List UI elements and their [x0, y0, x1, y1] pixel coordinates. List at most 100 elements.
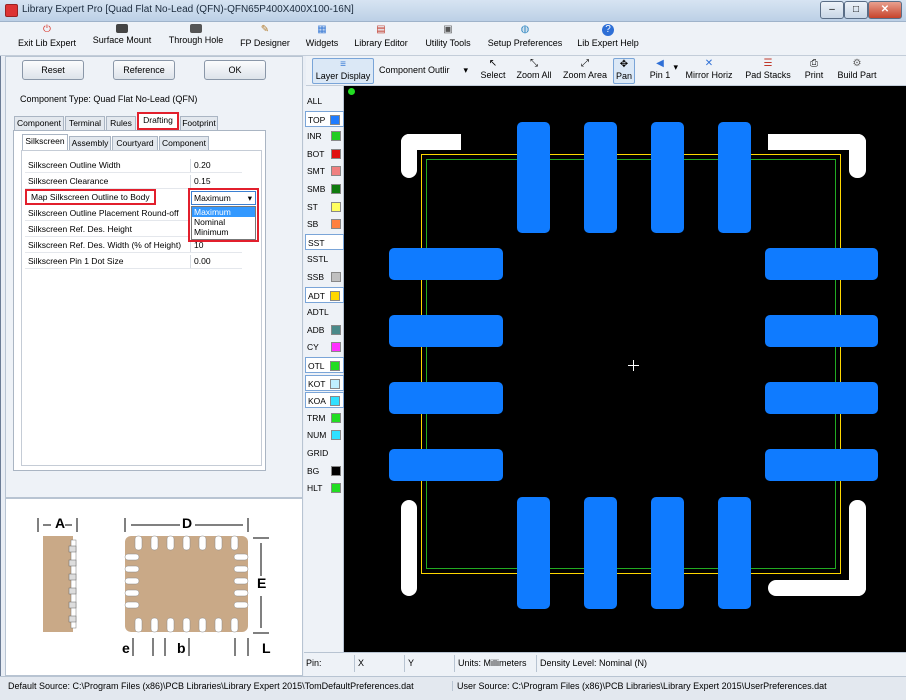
layer-adtl[interactable]: ADTL [305, 304, 344, 320]
pad[interactable] [517, 497, 550, 609]
layer-bot[interactable]: BOT [305, 146, 344, 162]
layer-color-swatch [331, 465, 341, 476]
layer-top[interactable]: TOP [305, 110, 344, 127]
surface-mount-button[interactable]: Surface Mount [88, 24, 156, 54]
tab-terminal[interactable]: Terminal [65, 116, 105, 130]
zoom-all-button[interactable]: ⤡ Zoom All [512, 58, 556, 84]
option-minimum[interactable]: Minimum [192, 227, 255, 237]
layer-color-swatch [331, 219, 341, 230]
globe-icon: ◍ [520, 24, 530, 35]
pad-stacks-button[interactable]: ☰ Pad Stacks [744, 58, 792, 84]
layer-kot[interactable]: KOT [305, 374, 344, 391]
reference-button[interactable]: Reference [113, 60, 175, 80]
select-button[interactable]: ↖ Select [478, 58, 508, 84]
layer-all[interactable]: ALL [305, 93, 344, 109]
pad[interactable] [584, 497, 617, 609]
ok-button[interactable]: OK [204, 60, 266, 80]
library-editor-button[interactable]: ▤ Library Editor [350, 24, 412, 54]
setup-preferences-button[interactable]: ◍ Setup Preferences [484, 24, 566, 54]
exit-lib-expert-button[interactable]: ⏻ Exit Lib Expert [14, 24, 80, 54]
pad[interactable] [389, 382, 503, 414]
fp-designer-button[interactable]: ✎ FP Designer [236, 24, 294, 54]
tab-rules[interactable]: Rules [106, 116, 136, 130]
pin1-dot-field[interactable]: 0.00 [190, 255, 242, 268]
reset-button[interactable]: Reset [22, 60, 84, 80]
courtyard-outline [426, 159, 836, 569]
layer-st[interactable]: ST [305, 199, 344, 215]
mirror-icon: ✕ [704, 58, 714, 69]
layer-color-swatch [331, 201, 341, 212]
pad[interactable] [718, 122, 751, 233]
map-outline-select[interactable]: Maximum ▾ [191, 191, 256, 205]
center-crosshair-icon [633, 360, 634, 371]
pad[interactable] [718, 497, 751, 609]
layer-bg[interactable]: BG [305, 463, 344, 479]
pad[interactable] [389, 248, 503, 280]
layer-sst[interactable]: SST [305, 233, 344, 250]
through-hole-button[interactable]: Through Hole [164, 24, 228, 54]
outline-width-field[interactable]: 0.20 [190, 159, 242, 172]
zoom-area-button[interactable]: ⤢ Zoom Area [560, 58, 610, 84]
layer-num[interactable]: NUM [305, 427, 344, 443]
window-title: Library Expert Pro [Quad Flat No-Lead (Q… [22, 4, 354, 15]
widgets-button[interactable]: ▦ Widgets [300, 24, 344, 54]
clearance-field[interactable]: 0.15 [190, 175, 242, 188]
status-units: Units: Millimeters [454, 655, 534, 672]
layer-color-swatch [331, 184, 341, 194]
component-outline-dropdown[interactable]: Component Outlir ▾ [376, 62, 472, 78]
subtab-assembly[interactable]: Assembly [69, 136, 111, 150]
layer-sb[interactable]: SB [305, 216, 344, 232]
pad[interactable] [765, 449, 878, 481]
tab-component[interactable]: Component [14, 116, 64, 130]
option-maximum[interactable]: Maximum [192, 207, 255, 217]
map-outline-label: Map Silkscreen Outline to Body [25, 189, 156, 205]
pad[interactable] [651, 497, 684, 609]
layer-cy[interactable]: CY [305, 339, 344, 355]
tab-drafting[interactable]: Drafting [137, 112, 179, 130]
user-source: User Source: C:\Program Files (x86)\PCB … [452, 681, 827, 691]
layer-inr[interactable]: INR [305, 128, 344, 144]
books-icon: ▤ [376, 24, 386, 35]
layer-trm[interactable]: TRM [305, 410, 344, 426]
minimize-button[interactable]: – [820, 1, 844, 19]
layer-adt[interactable]: ADT [305, 286, 344, 303]
pad[interactable] [765, 248, 878, 280]
layer-otl[interactable]: OTL [305, 357, 344, 373]
pad[interactable] [584, 122, 617, 233]
subtab-component[interactable]: Component [159, 136, 209, 150]
layer-sstl[interactable]: SSTL [305, 251, 344, 267]
default-source: Default Source: C:\Program Files (x86)\P… [8, 681, 414, 691]
origin-marker [348, 88, 355, 95]
layer-ssb[interactable]: SSB [305, 269, 344, 285]
print-button[interactable]: ⎙ Print [800, 58, 828, 84]
layer-display-button[interactable]: ≡ Layer Display [312, 58, 374, 84]
layer-adb[interactable]: ADB [305, 322, 344, 338]
utility-tools-button[interactable]: ▣ Utility Tools [420, 24, 476, 54]
pad[interactable] [517, 122, 550, 233]
layer-grid[interactable]: GRID [305, 445, 344, 461]
subtab-silkscreen[interactable]: Silkscreen [22, 134, 68, 150]
pad[interactable] [765, 315, 878, 347]
layer-hlt[interactable]: HLT [305, 480, 344, 496]
layer-smb[interactable]: SMB [305, 181, 344, 197]
build-icon: ⚙ [852, 58, 862, 69]
layer-koa[interactable]: KOA [305, 392, 344, 409]
tab-footprint[interactable]: Footprint [180, 116, 218, 130]
option-nominal[interactable]: Nominal [192, 217, 255, 227]
layer-color-swatch [331, 342, 341, 353]
silk-corner-br [768, 580, 866, 596]
pad[interactable] [765, 382, 878, 414]
build-part-button[interactable]: ⚙ Build Part [834, 58, 880, 84]
close-button[interactable]: ✕ [868, 1, 902, 19]
pad[interactable] [389, 449, 503, 481]
subtab-courtyard[interactable]: Courtyard [112, 136, 158, 150]
pan-button[interactable]: ✥ Pan [613, 58, 635, 84]
lib-expert-help-button[interactable]: ? Lib Expert Help [574, 24, 642, 54]
maximize-button[interactable]: □ [844, 1, 868, 19]
layer-smt[interactable]: SMT [305, 163, 344, 179]
layer-color-swatch [331, 412, 341, 423]
mirror-horiz-button[interactable]: ✕ Mirror Horiz [682, 58, 736, 84]
pad[interactable] [651, 122, 684, 233]
pad[interactable] [389, 315, 503, 347]
pin1-button[interactable]: ◀ Pin 1 ▾ [642, 58, 678, 84]
